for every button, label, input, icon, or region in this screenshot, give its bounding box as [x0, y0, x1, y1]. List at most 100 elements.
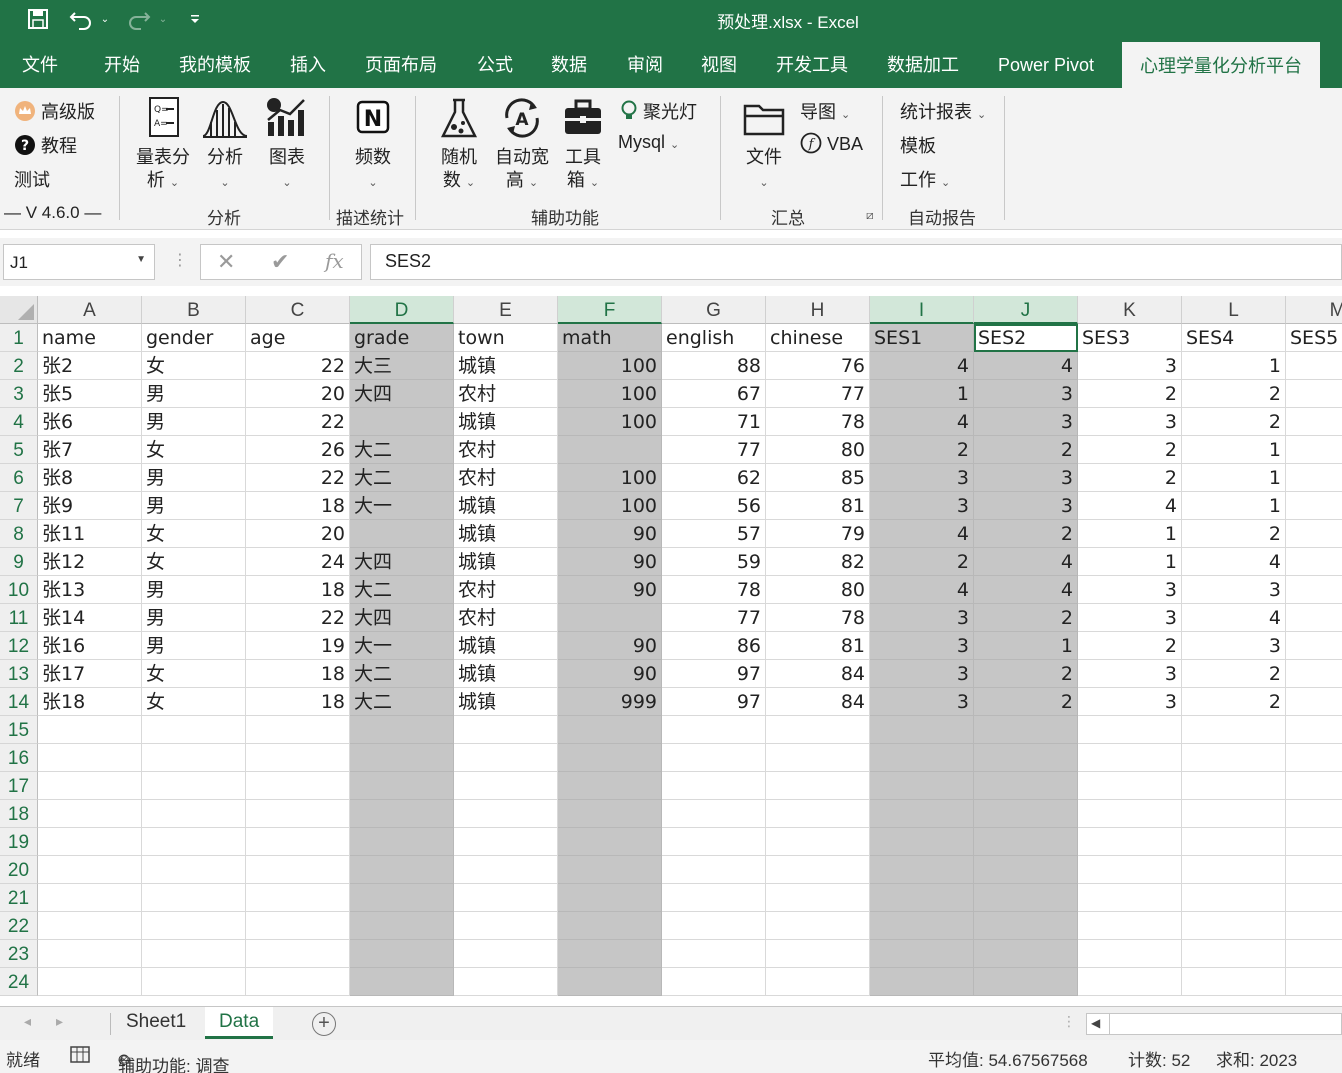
table-cell[interactable] — [1078, 912, 1182, 940]
table-cell[interactable]: 张14 — [38, 604, 142, 632]
table-cell[interactable] — [246, 912, 350, 940]
table-cell[interactable] — [558, 604, 662, 632]
table-cell[interactable]: 大四 — [350, 380, 454, 408]
table-cell[interactable]: 2 — [974, 604, 1078, 632]
table-cell[interactable]: 80 — [766, 576, 870, 604]
table-cell[interactable]: 71 — [662, 408, 766, 436]
table-cell[interactable] — [1286, 464, 1342, 492]
table-cell[interactable] — [558, 828, 662, 856]
table-cell[interactable]: 100 — [558, 408, 662, 436]
table-cell[interactable] — [1182, 800, 1286, 828]
row-header-16[interactable]: 16 — [0, 744, 38, 772]
table-cell[interactable] — [350, 968, 454, 996]
table-cell[interactable] — [454, 828, 558, 856]
random-number-button[interactable]: 随机数 ⌄ — [436, 96, 482, 195]
table-cell[interactable] — [38, 800, 142, 828]
vba-button[interactable]: f VBA — [800, 132, 863, 155]
row-header-9[interactable]: 9 — [0, 548, 38, 576]
table-cell[interactable] — [1286, 716, 1342, 744]
table-cell[interactable]: 22 — [246, 464, 350, 492]
table-cell[interactable] — [142, 772, 246, 800]
table-cell[interactable]: 大二 — [350, 660, 454, 688]
table-cell[interactable]: 18 — [246, 576, 350, 604]
table-cell[interactable]: 城镇 — [454, 520, 558, 548]
table-cell[interactable] — [974, 828, 1078, 856]
table-cell[interactable] — [558, 884, 662, 912]
table-cell[interactable] — [1286, 856, 1342, 884]
table-cell[interactable]: 3 — [1078, 660, 1182, 688]
table-cell[interactable]: 农村 — [454, 436, 558, 464]
table-cell[interactable] — [38, 940, 142, 968]
row-header-11[interactable]: 11 — [0, 604, 38, 632]
table-cell[interactable] — [142, 716, 246, 744]
table-cell[interactable] — [350, 772, 454, 800]
table-cell[interactable] — [558, 912, 662, 940]
table-cell[interactable] — [974, 744, 1078, 772]
table-cell[interactable]: 4 — [974, 352, 1078, 380]
table-cell[interactable] — [350, 912, 454, 940]
table-cell[interactable] — [662, 912, 766, 940]
table-cell[interactable]: 农村 — [454, 576, 558, 604]
table-cell[interactable] — [766, 800, 870, 828]
tab-review[interactable]: 审阅 — [627, 38, 663, 88]
header-cell[interactable]: grade — [350, 324, 454, 352]
table-cell[interactable]: 农村 — [454, 604, 558, 632]
tab-developer[interactable]: 开发工具 — [776, 38, 848, 88]
row-header-3[interactable]: 3 — [0, 380, 38, 408]
pro-version-button[interactable]: 高级版 — [14, 98, 95, 124]
table-cell[interactable] — [662, 772, 766, 800]
table-cell[interactable]: 78 — [662, 576, 766, 604]
table-cell[interactable] — [766, 772, 870, 800]
confirm-icon[interactable]: ✔ — [271, 249, 289, 275]
table-cell[interactable]: 24 — [246, 548, 350, 576]
prev-sheet-icon[interactable]: ◂ — [24, 1013, 31, 1030]
scale-analysis-button[interactable]: Q= A= 量表分析 ⌄ — [134, 96, 192, 195]
table-cell[interactable] — [38, 716, 142, 744]
table-cell[interactable]: 76 — [766, 352, 870, 380]
row-header-6[interactable]: 6 — [0, 464, 38, 492]
table-cell[interactable]: 2 — [974, 436, 1078, 464]
table-cell[interactable]: 3 — [870, 604, 974, 632]
tab-psych-platform[interactable]: 心理学量化分析平台 — [1122, 42, 1320, 88]
row-header-21[interactable]: 21 — [0, 884, 38, 912]
table-cell[interactable] — [1182, 940, 1286, 968]
table-cell[interactable]: 2 — [1182, 520, 1286, 548]
table-cell[interactable] — [766, 744, 870, 772]
table-cell[interactable] — [1286, 884, 1342, 912]
table-cell[interactable]: 19 — [246, 632, 350, 660]
table-cell[interactable]: 2 — [974, 520, 1078, 548]
table-cell[interactable]: 4 — [1078, 492, 1182, 520]
table-cell[interactable] — [454, 940, 558, 968]
table-cell[interactable] — [350, 520, 454, 548]
table-cell[interactable] — [1286, 436, 1342, 464]
table-cell[interactable] — [246, 884, 350, 912]
table-cell[interactable]: 90 — [558, 632, 662, 660]
table-cell[interactable]: 3 — [974, 464, 1078, 492]
table-cell[interactable] — [350, 828, 454, 856]
table-cell[interactable]: 大三 — [350, 352, 454, 380]
table-cell[interactable] — [1286, 604, 1342, 632]
file-summary-button[interactable]: 文件 ⌄ — [738, 96, 790, 195]
worksheet-grid[interactable]: A B C D E F G H I J K L M 1 name gender age grade town math… — [0, 296, 1342, 1006]
table-cell[interactable]: 4 — [1182, 548, 1286, 576]
table-cell[interactable]: 张11 — [38, 520, 142, 548]
table-cell[interactable] — [974, 800, 1078, 828]
row-header-2[interactable]: 2 — [0, 352, 38, 380]
next-sheet-icon[interactable]: ▸ — [56, 1013, 63, 1030]
export-chart-button[interactable]: 导图 ⌄ — [800, 98, 850, 124]
table-cell[interactable]: 90 — [558, 520, 662, 548]
split-handle-icon[interactable]: ⋮ — [1062, 1013, 1076, 1030]
column-header-g[interactable]: G — [662, 296, 766, 324]
table-cell[interactable]: 100 — [558, 352, 662, 380]
table-cell[interactable]: 大二 — [350, 464, 454, 492]
table-cell[interactable]: 城镇 — [454, 660, 558, 688]
table-cell[interactable]: 2 — [1182, 408, 1286, 436]
table-cell[interactable] — [662, 884, 766, 912]
row-header-19[interactable]: 19 — [0, 828, 38, 856]
table-cell[interactable]: 999 — [558, 688, 662, 716]
table-cell[interactable]: 81 — [766, 632, 870, 660]
table-cell[interactable]: 78 — [766, 604, 870, 632]
table-cell[interactable]: 女 — [142, 352, 246, 380]
table-cell[interactable]: 4 — [974, 548, 1078, 576]
row-header-7[interactable]: 7 — [0, 492, 38, 520]
